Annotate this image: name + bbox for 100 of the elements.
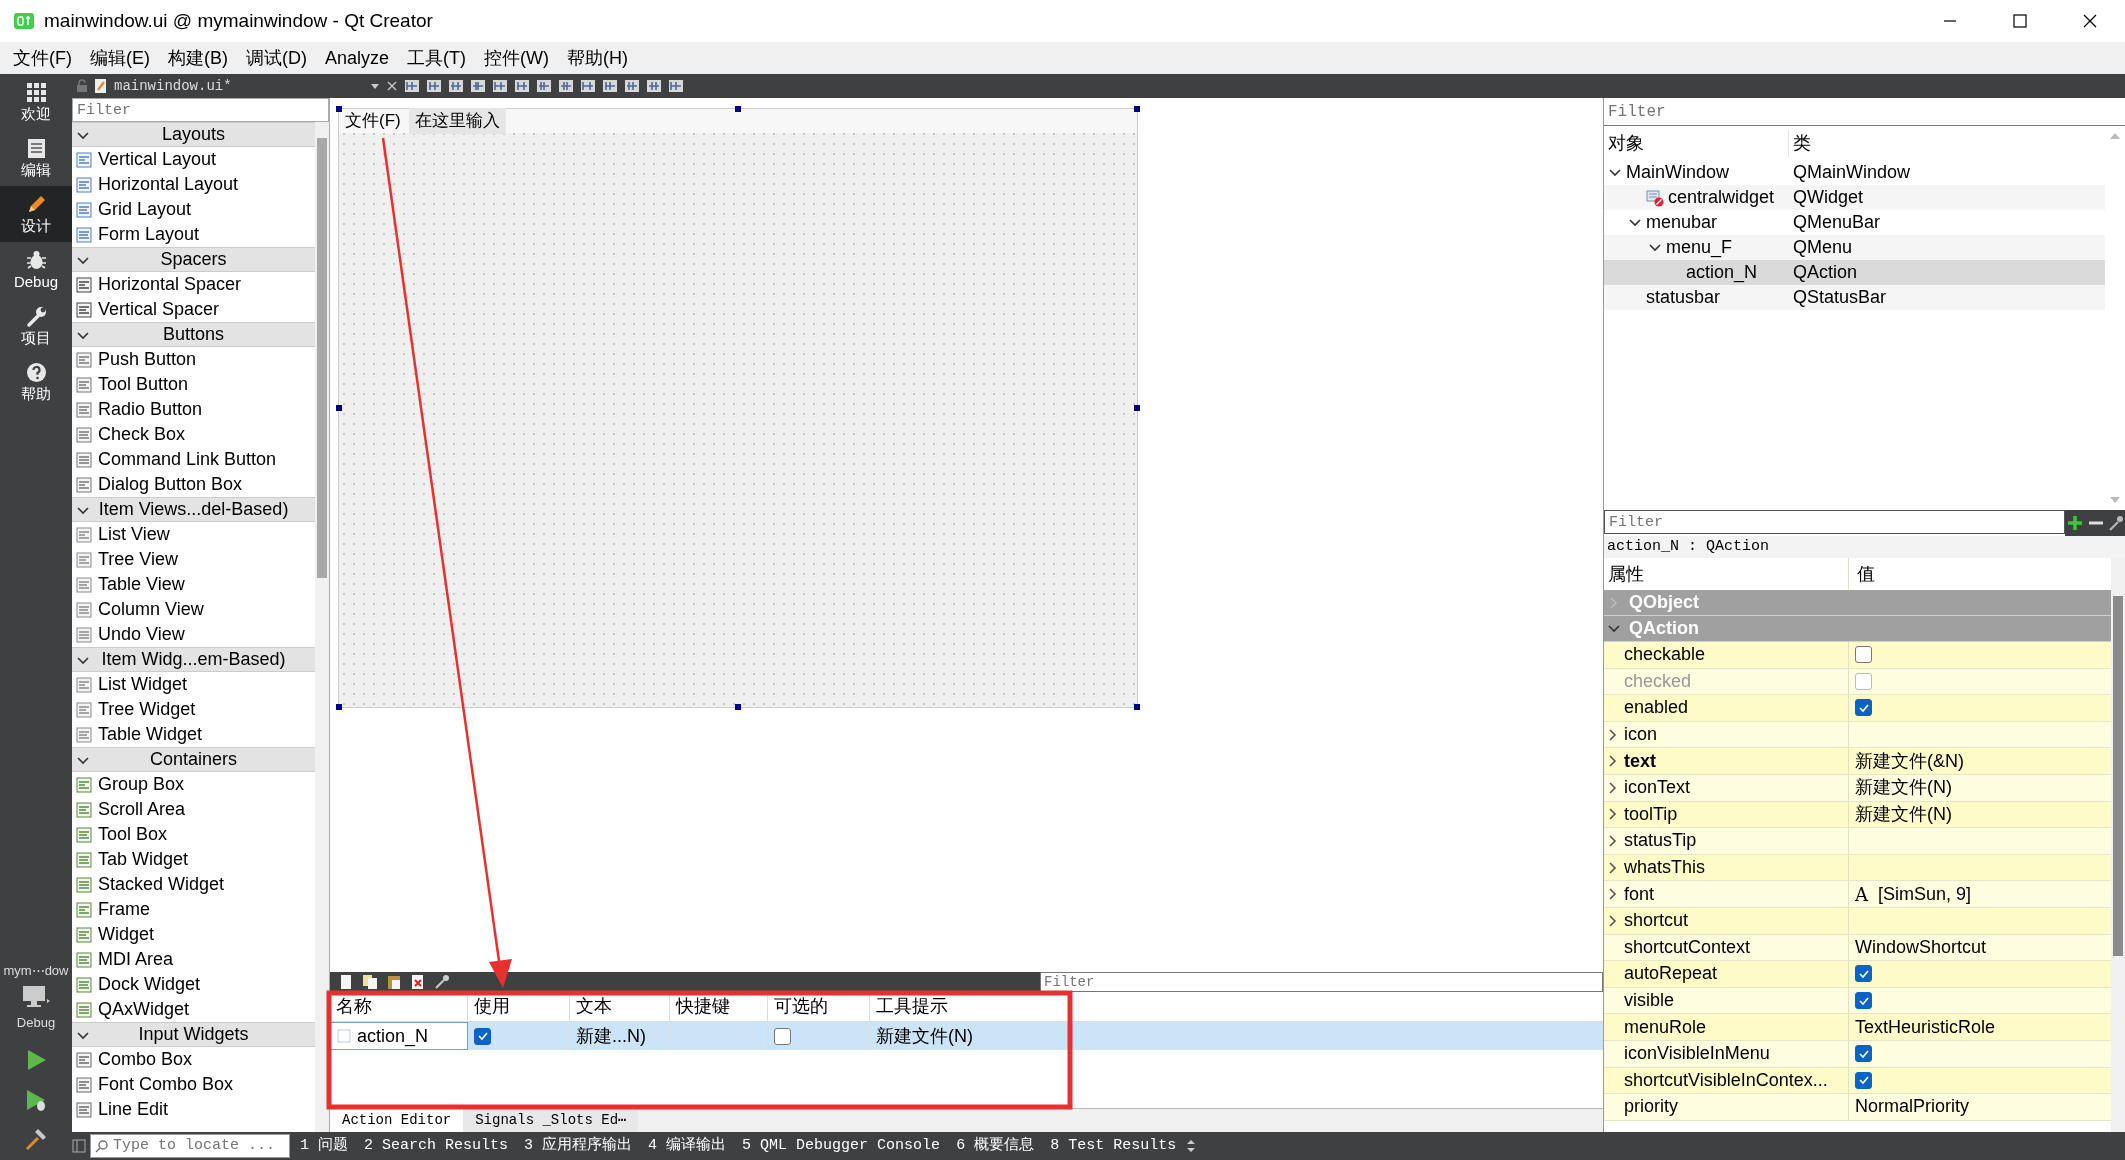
scrollbar[interactable] <box>315 122 329 1132</box>
checkbox[interactable] <box>1855 992 1872 1009</box>
column-header[interactable]: 类 <box>1789 129 1811 157</box>
debug-run-icon[interactable] <box>24 1088 48 1112</box>
mode-tab[interactable]: 项目 <box>0 298 72 354</box>
menu-item[interactable]: 调试(D) <box>237 42 316 74</box>
widget-item[interactable]: Stacked Widget <box>98 871 225 898</box>
column-header[interactable]: 快捷键 <box>670 992 768 1021</box>
hammer-icon[interactable] <box>24 1128 48 1152</box>
column-header[interactable]: 工具提示 <box>870 992 1070 1021</box>
layout-tool-icon[interactable] <box>580 78 596 94</box>
widget-item[interactable]: Grid Layout <box>98 196 192 223</box>
layout-tool-icon[interactable] <box>558 78 574 94</box>
layout-tool-icon[interactable] <box>426 78 442 94</box>
mode-tab[interactable]: 帮助 <box>0 354 72 410</box>
output-pane-button[interactable]: 6 概要信息 <box>950 1134 1041 1158</box>
checkbox[interactable] <box>774 1027 791 1045</box>
tree-row[interactable]: MainWindow QMainWindow <box>1604 160 2105 185</box>
resize-handle[interactable] <box>336 405 342 411</box>
add-icon[interactable] <box>2066 514 2084 532</box>
widget-item[interactable]: Frame <box>98 896 150 923</box>
layout-tool-icon[interactable] <box>514 78 530 94</box>
layout-tool-icon[interactable] <box>602 78 618 94</box>
column-header[interactable]: 名称 <box>330 992 468 1021</box>
tree-row[interactable]: action_N QAction <box>1604 260 2105 285</box>
widget-item[interactable]: Vertical Spacer <box>98 296 220 323</box>
widget-item[interactable]: Tab Widget <box>98 846 189 873</box>
widget-item[interactable]: Radio Button <box>98 396 203 423</box>
resize-handle[interactable] <box>1134 405 1140 411</box>
table-row[interactable]: action_N 新建...N) 新建文件(N) <box>330 1022 1603 1050</box>
layout-tool-icon[interactable] <box>492 78 508 94</box>
output-pane-button[interactable]: 3 应用程序输出 <box>518 1134 639 1158</box>
widget-item[interactable]: Form Layout <box>98 221 200 248</box>
mode-tab[interactable]: 欢迎 <box>0 74 72 130</box>
layout-tool-icon[interactable] <box>624 78 640 94</box>
tree-row[interactable]: centralwidget QWidget <box>1604 185 2105 210</box>
output-pane-button[interactable]: 2 Search Results <box>358 1134 515 1158</box>
close-icon[interactable] <box>386 80 398 92</box>
tree-row[interactable]: menu_F QMenu <box>1604 235 2105 260</box>
layout-tool-icon[interactable] <box>668 78 684 94</box>
widget-item[interactable]: List View <box>98 521 170 548</box>
widget-item[interactable]: Column View <box>98 596 204 623</box>
wrench-icon[interactable] <box>2108 514 2124 532</box>
widget-item[interactable]: Horizontal Layout <box>98 171 239 198</box>
menu-item[interactable]: 编辑(E) <box>81 42 159 74</box>
filter-field[interactable]: Filter <box>72 98 329 122</box>
widget-item[interactable]: Widget <box>98 921 155 948</box>
layout-tool-icon[interactable] <box>646 78 662 94</box>
widget-item[interactable]: Push Button <box>98 346 197 373</box>
column-header[interactable]: 文本 <box>570 992 670 1021</box>
resize-handle[interactable] <box>1134 704 1140 710</box>
tree-row[interactable]: statusbar QStatusBar <box>1604 285 2105 310</box>
widget-item[interactable]: Tool Button <box>98 371 189 398</box>
menu-item[interactable]: 控件(W) <box>475 42 558 74</box>
widget-item[interactable]: Tool Box <box>98 821 168 848</box>
sidebar-toggle-icon[interactable] <box>72 1139 86 1153</box>
monitor-icon[interactable] <box>21 984 51 1009</box>
dropdown-caret-icon[interactable] <box>370 81 380 91</box>
menu-item[interactable]: 工具(T) <box>398 42 475 74</box>
output-pane-button[interactable]: 4 编译输出 <box>642 1134 733 1158</box>
filter-field[interactable]: Filter <box>1604 510 2065 534</box>
widget-item[interactable]: Combo Box <box>98 1046 193 1073</box>
editor-tab[interactable]: Signals _Slots Ed⋯ <box>463 1109 639 1132</box>
widget-item[interactable]: Group Box <box>98 771 185 798</box>
widget-item[interactable]: Dialog Button Box <box>98 471 243 498</box>
editor-tab[interactable]: Action Editor <box>330 1109 464 1132</box>
locator-field[interactable]: Type to locate ... <box>90 1134 290 1158</box>
output-pane-button[interactable]: 1 问题 <box>294 1134 354 1158</box>
layout-tool-icon[interactable] <box>470 78 486 94</box>
category-header[interactable]: Buttons <box>72 322 315 347</box>
category-header[interactable]: Item Widg...em-Based) <box>72 647 315 672</box>
copy-icon[interactable] <box>362 974 378 990</box>
new-action-icon[interactable] <box>338 974 354 990</box>
widget-item[interactable]: Table View <box>98 571 185 598</box>
menu-item[interactable]: 帮助(H) <box>558 42 637 74</box>
resize-handle[interactable] <box>735 704 741 710</box>
wrench-icon[interactable] <box>434 974 450 990</box>
widget-item[interactable]: Horizontal Spacer <box>98 271 242 298</box>
column-header[interactable]: 值 <box>1849 560 1875 588</box>
menu-item[interactable]: Analyze <box>316 42 399 74</box>
output-pane-button[interactable]: 8 Test Results <box>1044 1134 1183 1158</box>
checkbox[interactable] <box>474 1027 491 1045</box>
mode-tab[interactable]: Debug <box>0 242 72 298</box>
output-pane-button[interactable]: 5 QML Debugger Console <box>736 1134 947 1158</box>
menu-item[interactable]: 文件(F) <box>4 42 81 74</box>
checkbox[interactable] <box>1855 699 1872 717</box>
grid-icon[interactable] <box>24 81 48 105</box>
mode-tab[interactable]: 编辑 <box>0 130 72 186</box>
column-header[interactable]: 可选的 <box>768 992 870 1021</box>
widget-item[interactable]: Check Box <box>98 421 186 448</box>
mode-tab[interactable]: 设计 <box>0 186 72 242</box>
file-name[interactable]: mainwindow.ui* <box>114 75 364 97</box>
widget-item[interactable]: Tree View <box>98 546 179 573</box>
checkbox[interactable] <box>1855 1071 1872 1089</box>
resize-handle[interactable] <box>1134 106 1140 112</box>
widget-item[interactable]: Table Widget <box>98 721 203 748</box>
column-header[interactable]: 对象 <box>1604 129 1789 157</box>
widget-item[interactable]: Scroll Area <box>98 796 186 823</box>
checkbox[interactable] <box>1855 965 1872 983</box>
form-canvas[interactable]: 文件(F) 在这里输入 <box>338 108 1138 708</box>
